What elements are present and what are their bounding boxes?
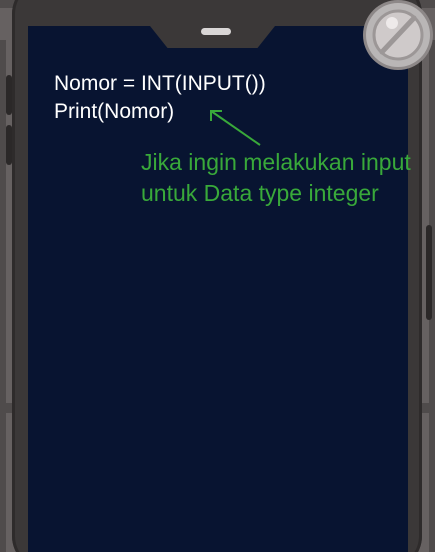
code-line-1: Nomor = INT(INPUT()) [54,72,266,95]
side-button [6,75,12,115]
magnifier-icon [372,9,424,61]
scene: Nomor = INT(INPUT()) Print(Nomor) Jika in… [0,0,435,552]
arrow-icon [210,110,261,146]
side-button [426,225,432,320]
background-bar [0,40,6,552]
side-button [6,125,12,165]
annotation-text: Jika ingin melakukan input untuk Data ty… [141,149,411,206]
magnifier-button[interactable] [366,3,430,67]
phone-speaker [201,28,231,35]
